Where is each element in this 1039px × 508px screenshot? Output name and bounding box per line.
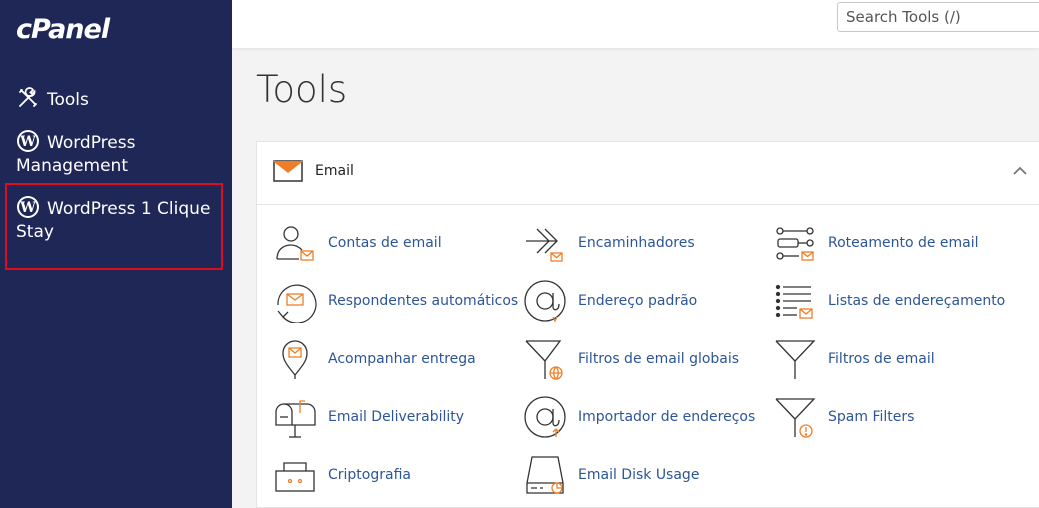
email-deliverability-icon bbox=[275, 400, 316, 438]
autoresponders-icon bbox=[277, 284, 317, 323]
tool-email-disk-usage[interactable]: Email Disk Usage bbox=[523, 453, 699, 497]
wordpress-icon: W bbox=[17, 196, 39, 218]
tool-label: Listas de endereçamento bbox=[828, 293, 1006, 309]
tools-icon bbox=[19, 87, 37, 107]
email-panel-header[interactable]: Email bbox=[257, 142, 1039, 205]
tool-label: Filtros de email globais bbox=[578, 351, 740, 367]
chevron-up-icon[interactable] bbox=[1013, 166, 1027, 176]
envelope-icon bbox=[273, 160, 303, 182]
tool-label: Contas de email bbox=[328, 235, 442, 251]
tool-label: Criptografia bbox=[328, 467, 411, 483]
sidebar-item-label: Tools bbox=[47, 90, 89, 110]
tool-label: Importador de endereços bbox=[578, 409, 756, 425]
tool-mailing-lists[interactable]: Listas de endereçamento bbox=[773, 279, 1005, 323]
forwarders-icon bbox=[526, 228, 563, 262]
page-title: Tools bbox=[256, 68, 348, 111]
tool-default-address[interactable]: Endereço padrão bbox=[523, 279, 697, 323]
tool-track-delivery[interactable]: Acompanhar entrega bbox=[273, 337, 476, 381]
global-filters-icon bbox=[525, 340, 563, 380]
email-accounts-icon bbox=[276, 226, 314, 261]
sidebar-item-label: WordPress 1 Clique Stay bbox=[16, 199, 211, 242]
tool-label: Encaminhadores bbox=[578, 235, 695, 251]
disk-usage-icon bbox=[526, 456, 564, 494]
tool-email-routing[interactable]: Roteamento de email bbox=[773, 221, 979, 265]
tool-email-deliverability[interactable]: Email Deliverability bbox=[273, 395, 464, 439]
tool-global-email-filters[interactable]: Filtros de email globais bbox=[523, 337, 739, 381]
encryption-icon bbox=[275, 462, 315, 492]
tool-label: Email Deliverability bbox=[328, 409, 465, 425]
address-importer-icon bbox=[524, 396, 566, 438]
svg-text:W: W bbox=[19, 200, 36, 216]
search-input[interactable] bbox=[837, 2, 1039, 32]
tool-email-accounts[interactable]: Contas de email bbox=[273, 221, 442, 265]
track-delivery-icon bbox=[282, 340, 308, 379]
tool-address-importer[interactable]: Importador de endereços bbox=[523, 395, 755, 439]
email-routing-icon bbox=[776, 227, 814, 261]
tool-email-filters[interactable]: Filtros de email bbox=[773, 337, 935, 381]
tool-label: Roteamento de email bbox=[828, 235, 979, 251]
wordpress-icon: W bbox=[17, 130, 39, 152]
mailing-lists-icon bbox=[775, 284, 813, 319]
section-title: Email bbox=[315, 163, 354, 179]
svg-text:W: W bbox=[19, 134, 36, 150]
tool-label: Spam Filters bbox=[828, 409, 915, 425]
cpanel-logo[interactable]: cPanel bbox=[16, 14, 110, 45]
sidebar-item-wordpress-1-clique-stay[interactable]: W WordPress 1 Clique Stay bbox=[16, 195, 216, 244]
tool-label: Acompanhar entrega bbox=[328, 351, 476, 367]
tool-label: Filtros de email bbox=[828, 351, 935, 367]
tool-label: Email Disk Usage bbox=[578, 467, 700, 483]
tool-forwarders[interactable]: Encaminhadores bbox=[523, 221, 695, 265]
spam-filters-icon bbox=[775, 398, 816, 438]
tool-label: Respondentes automáticos bbox=[328, 293, 519, 309]
sidebar-item-tools[interactable]: Tools bbox=[16, 86, 89, 112]
tool-autoresponders[interactable]: Respondentes automáticos bbox=[273, 279, 518, 323]
tool-encryption[interactable]: Criptografia bbox=[273, 453, 411, 497]
sidebar: cPanel Tools W WordPress Management W Wo… bbox=[0, 0, 232, 508]
email-filters-icon bbox=[775, 340, 816, 379]
top-bar bbox=[232, 0, 1039, 48]
sidebar-item-wordpress-management[interactable]: W WordPress Management bbox=[16, 129, 216, 178]
tool-label: Endereço padrão bbox=[578, 293, 698, 309]
default-address-icon bbox=[524, 280, 566, 323]
tool-spam-filters[interactable]: Spam Filters bbox=[773, 395, 914, 439]
